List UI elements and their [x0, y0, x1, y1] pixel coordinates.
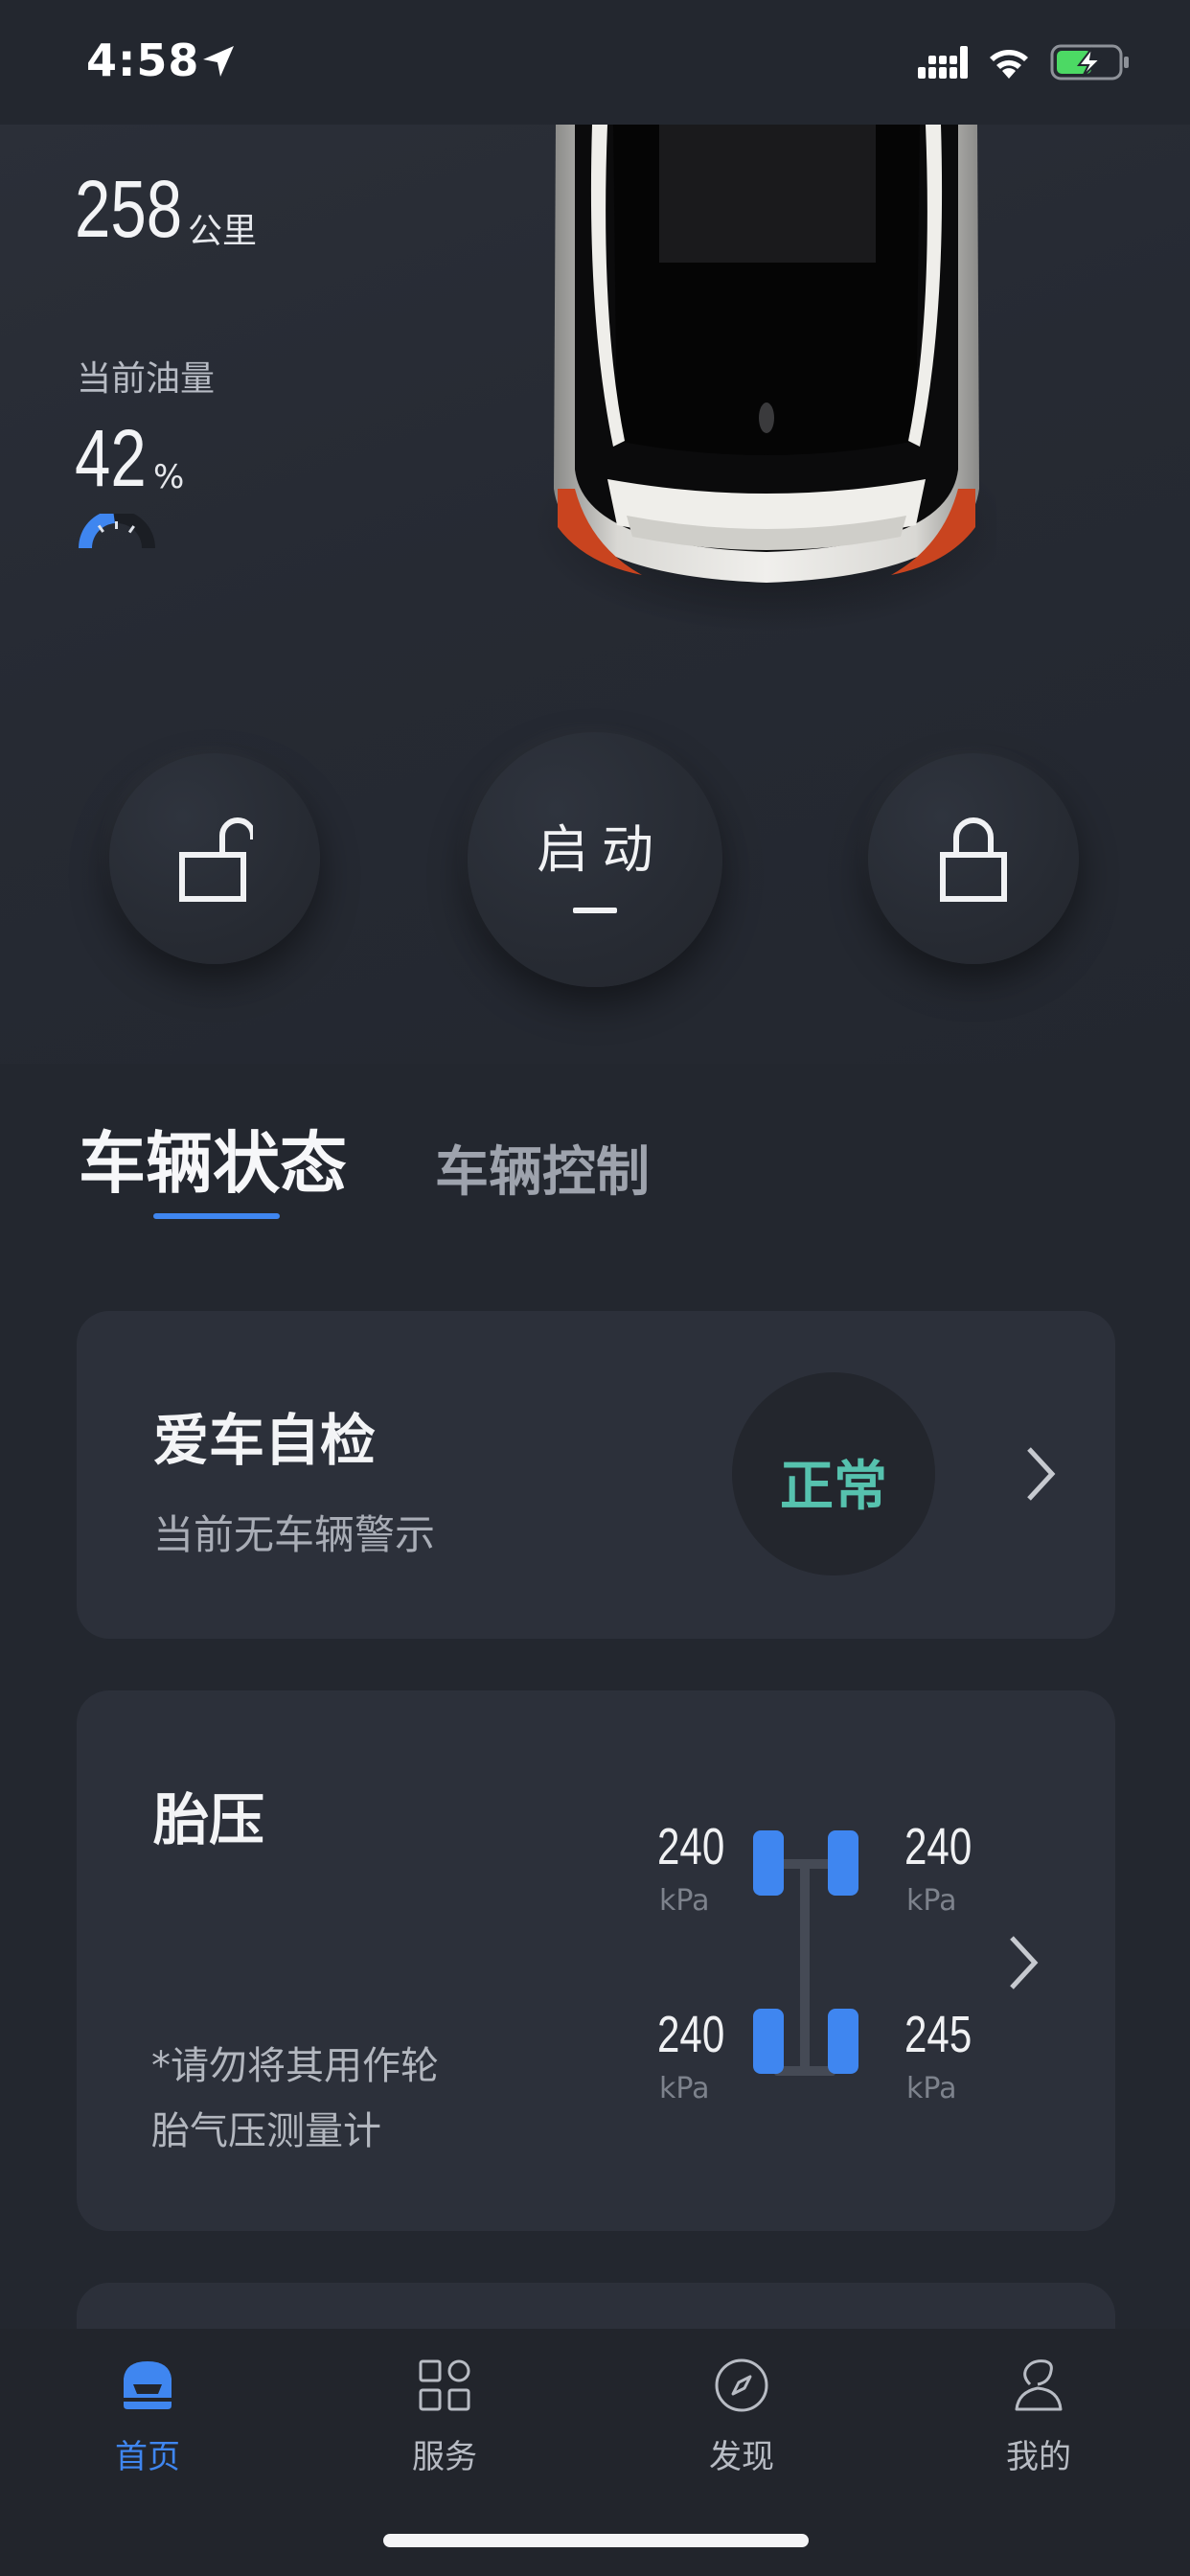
tire-rear-left-value: 240 [657, 2006, 725, 2063]
chevron-right-icon[interactable] [1023, 1443, 1058, 1505]
fuel-label: 当前油量 [77, 359, 216, 399]
unlock-icon [179, 817, 253, 902]
self-check-title: 爱车自检 [153, 1408, 377, 1473]
start-label: 启动 [537, 818, 667, 880]
start-engine-button[interactable]: 启动 [468, 732, 722, 987]
cellular-signal-icon [918, 46, 968, 79]
nav-discover-label: 发现 [709, 2438, 774, 2476]
chevron-right-icon[interactable] [1006, 1932, 1041, 1993]
compass-icon [715, 2358, 768, 2412]
range-unit: 公里 [188, 212, 258, 251]
tire-pressure-title: 胎压 [153, 1787, 265, 1852]
lock-button[interactable] [868, 753, 1079, 964]
location-arrow-icon [203, 46, 234, 77]
grid-services-icon [419, 2359, 470, 2411]
tire-front-left-value: 240 [657, 1818, 725, 1875]
nav-home-label: 首页 [115, 2438, 180, 2476]
tire-rear-left-unit: kPa [659, 2072, 710, 2105]
car-top-view-image [537, 125, 996, 632]
tire-front-right-value: 240 [904, 1818, 973, 1875]
self-check-subtitle: 当前无车辆警示 [153, 1511, 436, 1558]
tire-note-line-1: *请勿将其用作轮 [151, 2044, 439, 2088]
tire-note-line-2: 胎气压测量计 [151, 2109, 381, 2153]
tire-front-left-unit: kPa [659, 1884, 710, 1918]
tire-front-right-unit: kPa [906, 1884, 957, 1918]
tire-rear-right-unit: kPa [906, 2072, 957, 2105]
nav-services[interactable]: 服务 [349, 2356, 540, 2477]
nav-home[interactable]: 首页 [52, 2356, 243, 2477]
tab-vehicle-status[interactable]: 车辆状态 [79, 1110, 347, 1207]
nav-profile[interactable]: 我的 [943, 2356, 1134, 2477]
unlock-button[interactable] [109, 753, 320, 964]
status-time: 4:58 [86, 34, 200, 86]
profile-icon [1015, 2359, 1063, 2411]
tire-rear-right-value: 245 [904, 2006, 973, 2063]
tab-vehicle-control[interactable]: 车辆控制 [435, 1129, 650, 1207]
self-check-status: 正常 [780, 1456, 887, 1518]
lock-icon [940, 817, 1007, 902]
range-value: 258 [75, 164, 183, 254]
fuel-value: 42 [75, 413, 147, 503]
fuel-unit: % [153, 458, 185, 496]
tire-pressure-note: *请勿将其用作轮 胎气压测量计 [151, 2034, 477, 2164]
car-home-icon [124, 2361, 172, 2409]
nav-profile-label: 我的 [1006, 2438, 1071, 2476]
home-indicator [383, 2534, 809, 2547]
tire-axle-diagram-icon [753, 1830, 858, 2076]
nav-discover[interactable]: 发现 [646, 2356, 837, 2477]
fuel-gauge-icon [78, 514, 155, 548]
battery-charging-icon [1050, 44, 1129, 80]
active-tab-indicator [153, 1213, 280, 1219]
wifi-icon [990, 50, 1028, 79]
nav-services-label: 服务 [412, 2438, 477, 2476]
start-indicator [573, 907, 617, 913]
